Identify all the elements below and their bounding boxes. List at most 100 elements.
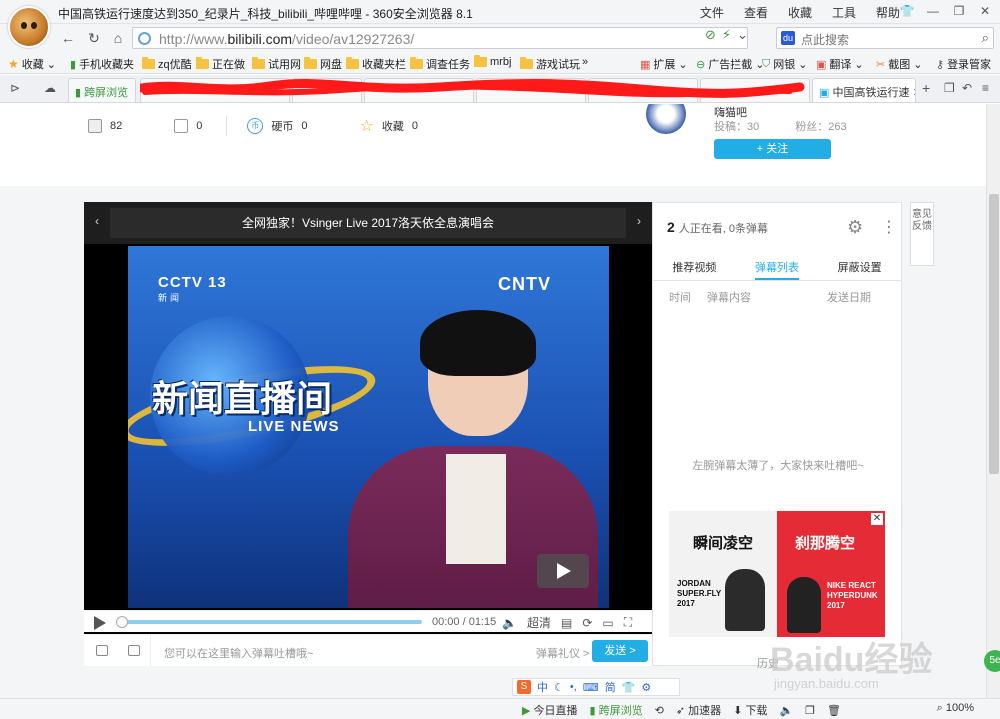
speaker-icon[interactable]: 🔈 (779, 704, 793, 717)
tab-cross-screen[interactable]: ▮ 跨屏浏览 (68, 78, 136, 102)
bookmark-folder-5[interactable]: 收藏夹栏 (346, 56, 406, 72)
bookmark-folder-6[interactable]: 调查任务 (410, 56, 470, 72)
header-date[interactable]: 发送日期 (827, 289, 871, 305)
favorite-button[interactable]: ☆ 收藏 0 (360, 116, 418, 136)
banking-menu[interactable]: ⛉ 网银 ⌄ (762, 56, 807, 72)
follow-button[interactable]: + 关注 (714, 139, 831, 159)
keyboard-icon[interactable]: ⌨ (583, 681, 599, 694)
window-icon[interactable]: ❐ (805, 704, 815, 717)
menu-favorites[interactable]: 收藏 (788, 4, 812, 21)
bookmark-mobile[interactable]: ▮ 手机收藏夹 (70, 56, 134, 72)
vertical-scrollbar[interactable] (986, 104, 1000, 698)
accelerator-link[interactable]: ➶ 加速器 (676, 702, 721, 718)
quality-selector[interactable]: 超清 (527, 614, 551, 631)
translate-menu[interactable]: ▣ 翻译 ⌄ (816, 56, 864, 72)
refresh-icon[interactable]: ↻ (84, 28, 104, 48)
header-time[interactable]: 时间 (669, 289, 707, 305)
chevron-down-icon[interactable]: ⌄ (737, 27, 748, 43)
bookmark-folder-2[interactable]: 正在做 (196, 56, 245, 72)
fullscreen-icon[interactable]: ⛶ (624, 615, 632, 630)
danmaku-etiquette-link[interactable]: 弹幕礼仪 > (536, 645, 589, 661)
shield-icon[interactable]: ⊘ (705, 27, 716, 43)
sogou-icon[interactable]: S (517, 680, 531, 694)
ad-panel-jordan[interactable]: 瞬间凌空 JORDAN SUPER.FLY 2017 (669, 511, 777, 637)
danmaku-settings-icon[interactable] (128, 645, 140, 656)
adblock-menu[interactable]: ⊖ 广告拦截 ⌄ (696, 56, 764, 72)
more-icon[interactable]: ⋮ (881, 217, 897, 237)
send-danmaku-button[interactable]: 发送 > (592, 640, 648, 662)
moon-icon[interactable]: ☾ (554, 681, 564, 694)
coin-button[interactable]: 币硬币 0 (247, 118, 308, 134)
password-manager[interactable]: ⚷ 登录管家 (936, 56, 991, 72)
bookmark-folder-7[interactable]: mrbj (474, 55, 511, 68)
sync-icon[interactable]: ⟲ (655, 704, 664, 717)
play-icon[interactable] (94, 616, 106, 630)
widescreen-icon[interactable]: ▭ (602, 616, 613, 630)
bookmark-folder-1[interactable]: zq优酷 (142, 56, 192, 72)
next-icon[interactable]: › (630, 214, 648, 232)
gear-icon[interactable]: ⚙ (641, 681, 651, 694)
close-button[interactable]: ✕ (974, 2, 996, 20)
new-tab-icon[interactable]: + (922, 80, 930, 96)
search-icon[interactable]: ⌕ (982, 30, 989, 46)
tab-danmaku-list[interactable]: 弹幕列表 (754, 257, 799, 280)
gear-icon[interactable]: ⚙ (847, 217, 863, 238)
user-avatar[interactable] (8, 6, 50, 48)
green-badge-icon[interactable]: 5e (984, 650, 1000, 672)
more-bookmarks-icon[interactable]: » (582, 56, 588, 68)
live-today-link[interactable]: ▶ 今日直播 (522, 702, 578, 718)
trash-icon[interactable]: 🗑 (827, 704, 841, 717)
skin-icon[interactable]: 👕 (896, 2, 918, 20)
punctuation-icon[interactable]: •, (570, 681, 577, 693)
home-icon[interactable]: ⌂ (108, 28, 128, 48)
back-icon[interactable]: ← (58, 28, 78, 48)
menu-tools[interactable]: 工具 (832, 4, 856, 21)
bookmark-folder-8[interactable]: 游戏试玩 (520, 56, 580, 72)
maximize-button[interactable]: ❐ (948, 2, 970, 20)
undo-icon[interactable]: ↶ (962, 81, 972, 95)
close-icon[interactable]: ✕ (871, 513, 883, 525)
ad-panel-nike[interactable]: 刹那腾空 NIKE REACT HYPERDUNK 2017 (777, 511, 885, 637)
sidebar-toggle-icon[interactable]: ⊳ (10, 81, 20, 95)
cloud-icon[interactable]: ☁ (44, 81, 56, 95)
close-tab-icon[interactable]: ✕ (913, 87, 915, 99)
prev-icon[interactable]: ‹ (88, 214, 106, 232)
big-play-icon[interactable] (537, 554, 589, 588)
loop-icon[interactable]: ⟳ (582, 616, 592, 630)
danmaku-style-icon[interactable] (96, 645, 108, 656)
danmaku-toggle-icon[interactable]: ▤ (561, 616, 572, 630)
cross-screen-link[interactable]: ▮ 跨屏浏览 (590, 702, 643, 718)
menu-file[interactable]: 文件 (700, 4, 724, 21)
minimize-button[interactable]: — (922, 2, 944, 20)
ime-mode-simplified[interactable]: 简 (605, 679, 616, 695)
tab-active[interactable]: ▣ 中国高铁运行速 ✕ (812, 78, 916, 102)
scrollbar-thumb[interactable] (989, 194, 999, 474)
bookmark-folder-4[interactable]: 网盘 (304, 56, 342, 72)
video-player[interactable]: ‹ 全网独家！Vsinger Live 2017洛天依全息演唱会 › CCTV … (84, 202, 652, 664)
bookmark-favorites[interactable]: ★ 收藏 ⌄ (8, 56, 56, 72)
screenshot-menu[interactable]: ✂ 截图 ⌄ (876, 56, 922, 72)
ime-mode-chinese[interactable]: 中 (537, 679, 548, 695)
tab-block-settings[interactable]: 屏蔽设置 (838, 257, 882, 280)
extensions-menu[interactable]: ▦ 扩展 ⌄ (640, 56, 688, 72)
shirt-icon[interactable]: 👕 (622, 681, 636, 694)
video-frame[interactable]: CCTV 13 新闻 CNTV 新闻直播间 LIVE NEWS (128, 246, 609, 608)
search-engine-icon[interactable]: du (781, 31, 795, 45)
header-content[interactable]: 弹幕内容 (707, 289, 827, 305)
feedback-button[interactable]: 意见反馈 (910, 202, 934, 266)
ad-banner[interactable]: 瞬间凌空 JORDAN SUPER.FLY 2017 刹那腾空 NIKE REA… (669, 511, 885, 637)
search-input[interactable]: du 点此搜索 ⌕ (776, 27, 994, 49)
menu-view[interactable]: 查看 (744, 4, 768, 21)
progress-knob[interactable] (116, 616, 128, 628)
zoom-level[interactable]: ⌕ 100% (937, 702, 974, 715)
tab-recommended[interactable]: 推荐视频 (672, 257, 716, 280)
bookmark-folder-3[interactable]: 试用网 (252, 56, 301, 72)
download-link[interactable]: ⬇ 下载 (733, 702, 767, 718)
url-field[interactable]: http://www.bilibili.com/video/av12927263… (132, 27, 748, 49)
tab-list-icon[interactable]: ❐ (944, 81, 955, 95)
lightning-icon[interactable]: ⚡ (722, 27, 731, 43)
player-title[interactable]: 全网独家！Vsinger Live 2017洛天依全息演唱会 (110, 208, 626, 238)
uploader-avatar[interactable] (646, 104, 686, 134)
progress-bar[interactable] (116, 616, 422, 628)
menu-icon[interactable]: ≡ (982, 81, 989, 95)
